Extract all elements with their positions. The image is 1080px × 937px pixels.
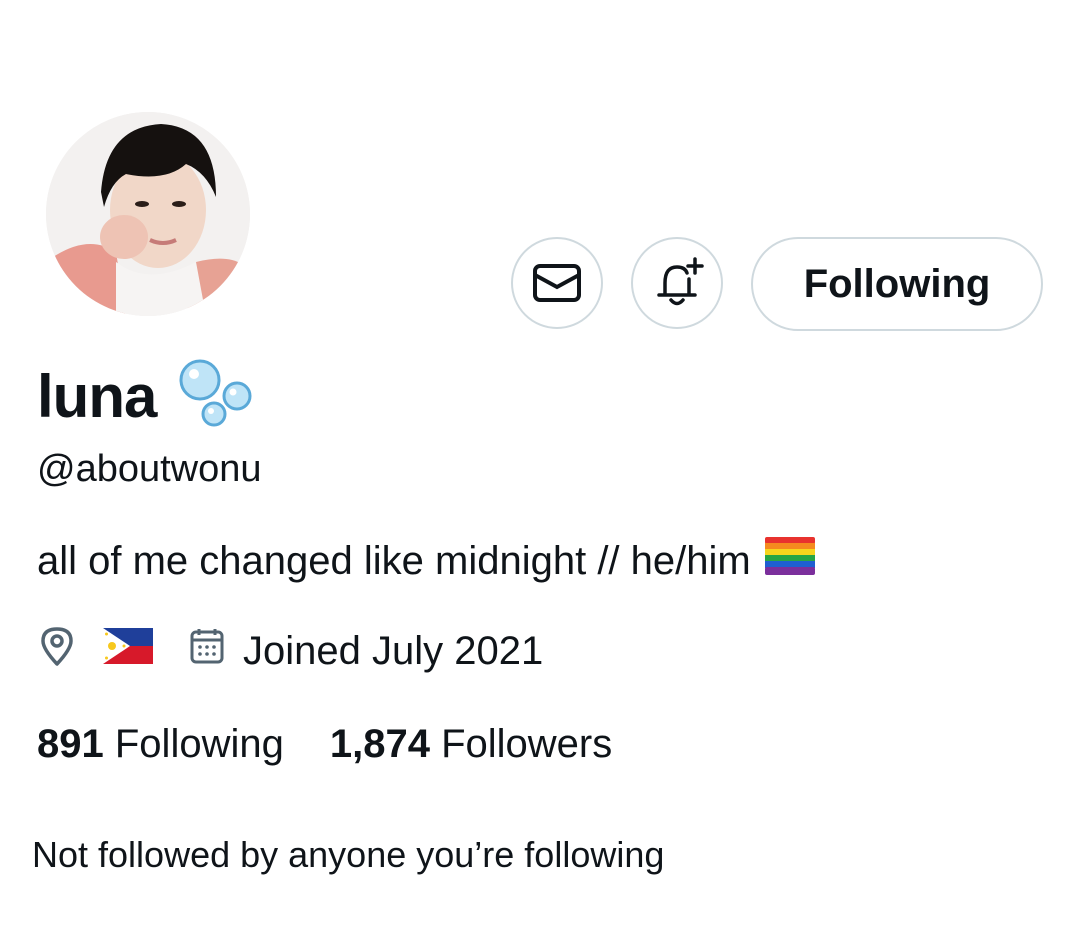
bio-text: all of me changed like midnight // he/hi… — [37, 538, 751, 583]
name-row: luna — [37, 356, 254, 436]
bell-plus-icon — [657, 257, 704, 306]
message-button[interactable] — [511, 237, 603, 329]
followed-by-note: Not followed by anyone you’re following — [32, 834, 665, 875]
following-count-link[interactable]: 891 Following — [37, 722, 284, 767]
following-label: Following — [114, 721, 284, 766]
followers-label: Followers — [441, 721, 613, 766]
envelope-icon — [533, 264, 581, 302]
display-name: luna — [37, 362, 157, 430]
bubbles-emoji-icon — [176, 358, 254, 435]
user-handle: @aboutwonu — [37, 448, 262, 490]
calendar-icon — [189, 627, 225, 675]
bio: all of me changed like midnight // he/hi… — [37, 533, 815, 589]
following-button[interactable]: Following — [751, 237, 1043, 331]
avatar-photo — [46, 112, 250, 316]
joined-date: Joined July 2021 — [243, 628, 544, 673]
profile-meta: Joined July 2021 — [37, 622, 543, 680]
followers-count: 1,874 — [329, 721, 430, 766]
avatar[interactable] — [46, 112, 250, 316]
location-pin-icon — [37, 625, 77, 677]
followers-count-link[interactable]: 1,874 Followers — [330, 722, 612, 767]
notifications-button[interactable] — [631, 237, 723, 329]
following-count: 891 — [37, 721, 104, 766]
profile-stats: 891 Following 1,874 Followers — [37, 716, 612, 772]
philippines-flag-icon — [103, 628, 153, 674]
rainbow-flag-icon — [764, 537, 815, 585]
